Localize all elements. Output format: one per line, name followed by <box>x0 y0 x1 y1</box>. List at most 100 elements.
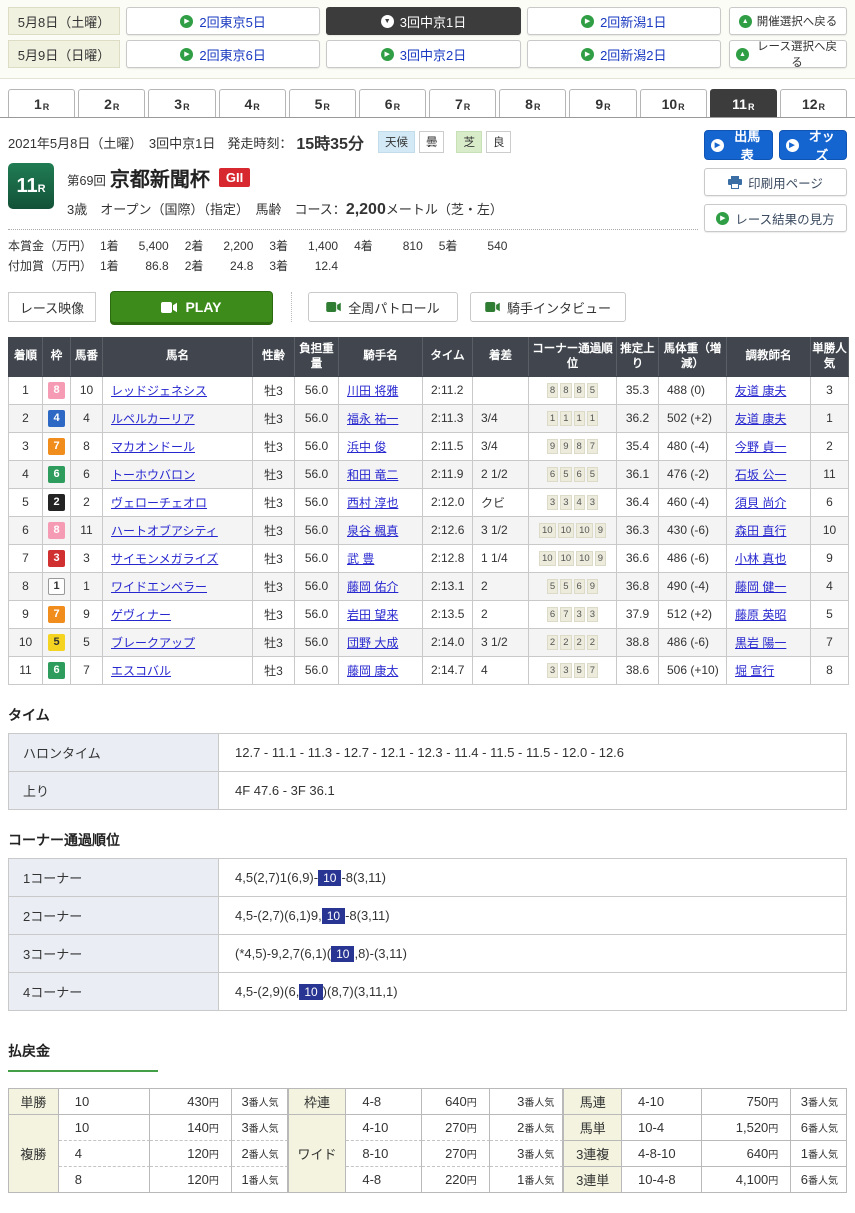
horse-name-link[interactable]: エスコバル <box>111 664 171 678</box>
venue-button-niigata-day2[interactable]: ▶ 2回新潟2日 <box>527 40 721 68</box>
jockey-interview-label: 騎手インタビュー <box>507 298 611 317</box>
race-tab-4r[interactable]: 4R <box>219 89 286 117</box>
horse-number: 6 <box>71 460 103 488</box>
arrow-right-icon: ▶ <box>180 48 193 61</box>
horse-name-link[interactable]: ヴェローチェオロ <box>111 496 207 510</box>
race-tab-9r[interactable]: 9R <box>569 89 636 117</box>
results-guide-button[interactable]: ▶ レース結果の見方 <box>704 204 847 232</box>
trainer-link[interactable]: 石坂 公一 <box>735 468 786 482</box>
jockey-link[interactable]: 団野 大成 <box>347 636 398 650</box>
horse-name-link[interactable]: ハートオブアシティ <box>111 524 218 538</box>
trainer-link[interactable]: 今野 貞一 <box>735 440 786 454</box>
win-favorite-rank: 2 <box>811 432 849 460</box>
horse-name-link[interactable]: サイモンメガライズ <box>111 552 218 566</box>
favorite-number: 3 <box>517 1146 524 1161</box>
arrow-right-icon: ▶ <box>180 15 193 28</box>
jockey-link[interactable]: 和田 竜二 <box>347 468 398 482</box>
race-tab-5r[interactable]: 5R <box>289 89 356 117</box>
sex-age: 牡3 <box>253 488 295 516</box>
race-edition: 第69回 <box>67 170 106 189</box>
horse-name-cell: マカオンドール <box>103 432 253 460</box>
venue-button-niigata-day1[interactable]: ▶ 2回新潟1日 <box>527 7 721 35</box>
jockey-link[interactable]: 福永 祐一 <box>347 412 398 426</box>
corner-row: 1コーナー4,5(2,7)1(6,9)-10-8(3,11) <box>9 858 847 896</box>
race-tab-10r[interactable]: 10R <box>640 89 707 117</box>
trainer-link[interactable]: 藤岡 健一 <box>735 580 786 594</box>
jockey-link[interactable]: 泉谷 楓真 <box>347 524 398 538</box>
jockey-link[interactable]: 藤岡 康太 <box>347 664 398 678</box>
horse-name-cell: エスコバル <box>103 656 253 684</box>
horse-name-link[interactable]: ワイドエンペラー <box>111 580 207 594</box>
prize-amount: 1,400 <box>292 239 338 253</box>
trainer-link[interactable]: 黒岩 陽一 <box>735 636 786 650</box>
trainer-link[interactable]: 友道 康夫 <box>735 412 786 426</box>
turf-label: 芝 <box>456 131 482 153</box>
race-tab-3r[interactable]: 3R <box>148 89 215 117</box>
horse-name-link[interactable]: ゲヴィナー <box>111 608 171 622</box>
horse-weight: 430 (-6) <box>659 516 727 544</box>
entry-table-button[interactable]: ▶ 出馬表 <box>704 130 773 160</box>
horse-name-link[interactable]: レッドジェネシス <box>111 384 207 398</box>
favorite-suffix: 番人気 <box>249 1124 279 1135</box>
payout-favorite: 6番人気 <box>791 1167 847 1193</box>
result-row: 522ヴェローチェオロ牡356.0西村 淳也2:12.0クビ334336.446… <box>9 488 849 516</box>
result-row: 244ルペルカーリア牡356.0福永 祐一2:11.33/4111136.250… <box>9 404 849 432</box>
corner-positions: 1010109 <box>529 516 617 544</box>
table-row: 上り 4F 47.6 - 3F 36.1 <box>9 771 847 809</box>
corner-position-badge: 10 <box>558 523 575 538</box>
play-button[interactable]: PLAY <box>110 291 273 323</box>
trainer-link[interactable]: 藤原 英昭 <box>735 608 786 622</box>
play-label: PLAY <box>185 299 221 315</box>
race-tab-1r[interactable]: 1R <box>8 89 75 117</box>
results-guide-label: レース結果の見方 <box>735 209 834 228</box>
trainer-link[interactable]: 須貝 尚介 <box>735 496 786 510</box>
jockey-cell: 浜中 俊 <box>339 432 423 460</box>
yen-unit: 円 <box>467 1176 477 1187</box>
race-tab-2r[interactable]: 2R <box>78 89 145 117</box>
estimated-last-3f: 38.8 <box>617 628 659 656</box>
win-favorite-rank: 7 <box>811 628 849 656</box>
back-to-meeting-select-button[interactable]: ▲ 開催選択へ戻る <box>729 7 847 35</box>
payout-row: 3連単10-4-84,100円6番人気 <box>564 1167 847 1193</box>
back-button-label: レース選択へ戻る <box>754 38 840 70</box>
race-tab-suffix: R <box>534 102 541 112</box>
jockey-interview-button[interactable]: 騎手インタビュー <box>470 292 626 322</box>
corner-positions: 2222 <box>529 628 617 656</box>
race-tab-6r[interactable]: 6R <box>359 89 426 117</box>
jockey-link[interactable]: 西村 淳也 <box>347 496 398 510</box>
race-tab-8r[interactable]: 8R <box>499 89 566 117</box>
trainer-link[interactable]: 森田 直行 <box>735 524 786 538</box>
venue-button-chukyo-day2[interactable]: ▶ 3回中京2日 <box>326 40 520 68</box>
jockey-link[interactable]: 武 豊 <box>347 552 374 566</box>
horse-name-link[interactable]: トーホウバロン <box>111 468 195 482</box>
horse-name-link[interactable]: ルペルカーリア <box>111 412 195 426</box>
race-header: 2021年5月8日（土曜） 3回中京1日 発走時刻： 15時35分 天候 曇 芝… <box>0 118 855 274</box>
trainer-link[interactable]: 小林 真也 <box>735 552 786 566</box>
race-tab-11r[interactable]: 11R <box>710 89 777 117</box>
estimated-last-3f: 35.3 <box>617 376 659 404</box>
venue-button-tokyo-day5[interactable]: ▶ 2回東京5日 <box>126 7 320 35</box>
race-tab-12r[interactable]: 12R <box>780 89 847 117</box>
patrol-video-button[interactable]: 全周パトロール <box>308 292 458 322</box>
trainer-link[interactable]: 堀 宣行 <box>735 664 774 678</box>
corner-order-text: -8(3,11) <box>345 908 390 923</box>
payout-amount-number: 270 <box>445 1120 467 1135</box>
back-button-label: 開催選択へ戻る <box>757 13 838 29</box>
jockey-link[interactable]: 川田 将雅 <box>347 384 398 398</box>
corner-table: 1コーナー4,5(2,7)1(6,9)-10-8(3,11)2コーナー4,5-(… <box>8 858 847 1011</box>
jockey-link[interactable]: 浜中 俊 <box>347 440 386 454</box>
horse-weight: 476 (-2) <box>659 460 727 488</box>
venue-button-tokyo-day6[interactable]: ▶ 2回東京6日 <box>126 40 320 68</box>
trainer-link[interactable]: 友道 康夫 <box>735 384 786 398</box>
jockey-link[interactable]: 岩田 望来 <box>347 608 398 622</box>
print-page-button[interactable]: 印刷用ページ <box>704 168 847 196</box>
venue-button-chukyo-day1-selected[interactable]: ▼ 3回中京1日 <box>326 7 520 35</box>
nav-row-sunday: 5月9日（日曜） ▶ 2回東京6日 ▶ 3回中京2日 ▶ 2回新潟2日 <box>8 40 847 68</box>
back-to-race-select-button[interactable]: ▲ レース選択へ戻る <box>729 40 847 68</box>
horse-name-cell: トーホウバロン <box>103 460 253 488</box>
horse-name-link[interactable]: ブレークアップ <box>111 636 195 650</box>
race-tab-7r[interactable]: 7R <box>429 89 496 117</box>
jockey-link[interactable]: 藤岡 佑介 <box>347 580 398 594</box>
horse-name-link[interactable]: マカオンドール <box>111 440 195 454</box>
odds-button[interactable]: ▶ オッズ <box>779 130 848 160</box>
